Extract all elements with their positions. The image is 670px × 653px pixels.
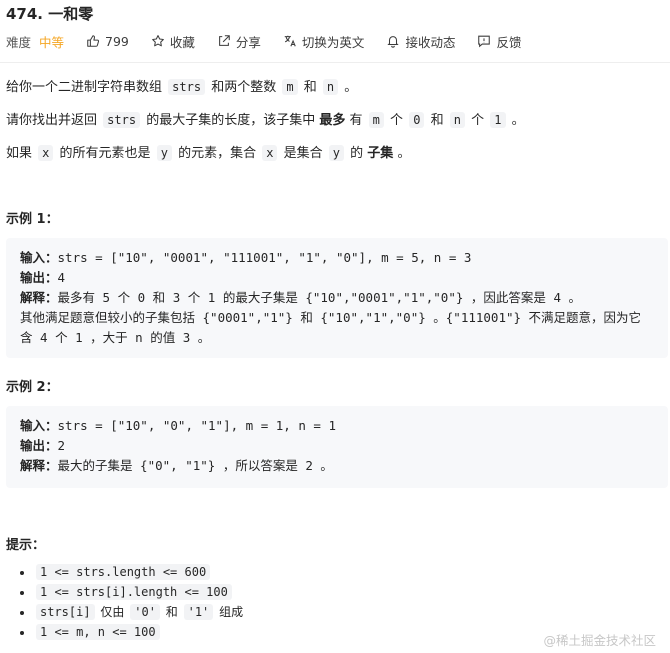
- inline-code: x: [38, 145, 54, 161]
- inline-code: 1 <= strs[i].length <= 100: [36, 584, 232, 600]
- inline-code: strs[i]: [36, 604, 95, 620]
- translate-button[interactable]: 切换为英文: [283, 32, 365, 51]
- list-item: 1 <= m, n <= 100: [34, 622, 243, 642]
- inline-code: strs: [103, 112, 141, 128]
- example-1-block: 输入：strs = ["10", "0001", "111001", "1", …: [6, 238, 668, 358]
- example-2-block: 输入：strs = ["10", "0", "1"], m = 1, n = 1…: [6, 406, 668, 488]
- inline-code: '0': [130, 604, 160, 620]
- feedback-label: 反馈: [496, 34, 522, 50]
- feedback-icon: [478, 35, 491, 48]
- feedback-button[interactable]: 反馈: [477, 32, 521, 51]
- constraints-list: 1 <= strs.length <= 600 1 <= strs[i].len…: [6, 562, 243, 642]
- text: 给你一个二进制字符串数组: [6, 80, 163, 95]
- inline-code: y: [156, 145, 172, 161]
- thumbs-up-icon: [87, 35, 100, 47]
- inline-code: 1 <= strs.length <= 600: [36, 564, 211, 580]
- example-1-heading: 示例 1：: [6, 212, 59, 227]
- output-label: 输出：: [20, 438, 58, 453]
- problem-title: 474. 一和零: [6, 5, 94, 23]
- text: 。: [344, 80, 358, 95]
- input-value: strs = ["10", "0", "1"], m = 1, n = 1: [57, 418, 336, 433]
- like-button[interactable]: 799: [86, 34, 129, 49]
- example-2-explain-line: 解释：最大的子集是 {"0", "1"} ，所以答案是 2 。: [20, 456, 333, 476]
- explain-text: 最多有 5 个 0 和 3 个 1 的最大子集是 {"10","0001","1…: [57, 290, 581, 305]
- text: 的最大子集的长度，该子集中: [146, 113, 316, 128]
- text: 有: [349, 113, 363, 128]
- bold-text: 子集: [367, 146, 394, 161]
- example-1-output-line: 输出：4: [20, 268, 65, 288]
- list-item: 1 <= strs.length <= 600: [34, 562, 243, 582]
- output-value: 2: [57, 438, 66, 453]
- share-icon: [219, 35, 230, 46]
- star-icon: [152, 35, 164, 47]
- problem-meta-bar: 难度 中等 799 收藏 分享 切换为英文 接收动态 反馈: [6, 31, 521, 51]
- text: 的所有元素也是: [59, 146, 151, 161]
- list-item: 1 <= strs[i].length <= 100: [34, 582, 243, 602]
- inline-code: m: [282, 79, 298, 95]
- share-button[interactable]: 分享: [217, 32, 261, 51]
- text: 和: [165, 605, 178, 619]
- input-label: 输入：: [20, 250, 58, 265]
- inline-code: '1': [183, 604, 214, 620]
- text: 。: [397, 146, 411, 161]
- inline-code: 1: [490, 112, 506, 128]
- description-paragraph-3: 如果 x 的所有元素也是 y 的元素，集合 x 是集合 y 的 子集 。: [6, 143, 410, 164]
- text: 和两个整数: [211, 80, 277, 95]
- example-1-explain-line-3: 含 4 个 1 ，大于 n 的值 3 。: [20, 330, 211, 345]
- inline-code: strs: [168, 79, 206, 95]
- explain-text: 最大的子集是 {"0", "1"} ，所以答案是 2 。: [57, 458, 333, 473]
- text: 和: [303, 80, 317, 95]
- example-1-explain-line: 解释：最多有 5 个 0 和 3 个 1 的最大子集是 {"10","0001"…: [20, 288, 581, 308]
- text: 和: [430, 113, 444, 128]
- text: 个: [471, 113, 485, 128]
- explain-label: 解释：: [20, 290, 58, 305]
- example-2-output-line: 输出：2: [20, 436, 65, 456]
- text: 如果: [6, 146, 33, 161]
- inline-code: m: [368, 112, 384, 128]
- text: 是集合: [283, 146, 323, 161]
- inline-code: 0: [409, 112, 425, 128]
- example-2-heading: 示例 2：: [6, 380, 59, 395]
- output-label: 输出：: [20, 270, 58, 285]
- translate-icon: [284, 35, 296, 47]
- text: 组成: [219, 605, 244, 619]
- translate-label: 切换为英文: [301, 34, 365, 50]
- inline-code: n: [449, 112, 465, 128]
- inline-code: 1 <= m, n <= 100: [36, 624, 160, 640]
- inline-code: x: [262, 145, 278, 161]
- text: 请你找出并返回: [6, 113, 98, 128]
- explain-label: 解释：: [20, 458, 58, 473]
- text: 。: [511, 113, 525, 128]
- input-value: strs = ["10", "0001", "111001", "1", "0"…: [57, 250, 472, 265]
- output-value: 4: [57, 270, 66, 285]
- description-paragraph-2: 请你找出并返回 strs 的最大子集的长度，该子集中 最多 有 m 个 0 和 …: [6, 110, 525, 131]
- text: 的元素，集合: [178, 146, 257, 161]
- bold-text: 最多: [319, 113, 346, 128]
- favorite-button[interactable]: 收藏: [151, 32, 195, 51]
- bell-icon: [387, 36, 400, 48]
- subscribe-label: 接收动态: [405, 34, 456, 50]
- example-2-input-line: 输入：strs = ["10", "0", "1"], m = 1, n = 1: [20, 416, 336, 436]
- header-divider: [0, 62, 670, 63]
- subscribe-button[interactable]: 接收动态: [386, 32, 455, 51]
- text: 的: [350, 146, 364, 161]
- like-count: 799: [105, 33, 129, 49]
- example-1-input-line: 输入：strs = ["10", "0001", "111001", "1", …: [20, 248, 471, 268]
- text: 个: [390, 113, 404, 128]
- difficulty-label: 难度: [6, 34, 32, 50]
- difficulty-badge: 中等: [39, 34, 65, 50]
- inline-code: n: [322, 79, 339, 95]
- text: 仅由: [100, 605, 125, 619]
- list-item: strs[i] 仅由 '0' 和 '1' 组成: [34, 602, 243, 622]
- watermark: @稀土掘金技术社区: [543, 633, 656, 648]
- favorite-label: 收藏: [169, 34, 195, 50]
- constraints-heading: 提示：: [6, 538, 46, 553]
- example-1-explain-line-2: 其他满足题意但较小的子集包括 {"0001","1"} 和 {"10","1",…: [20, 310, 642, 325]
- input-label: 输入：: [20, 418, 58, 433]
- inline-code: y: [328, 145, 344, 161]
- description-paragraph-1: 给你一个二进制字符串数组 strs 和两个整数 m 和 n 。: [6, 77, 357, 98]
- share-label: 分享: [235, 34, 261, 50]
